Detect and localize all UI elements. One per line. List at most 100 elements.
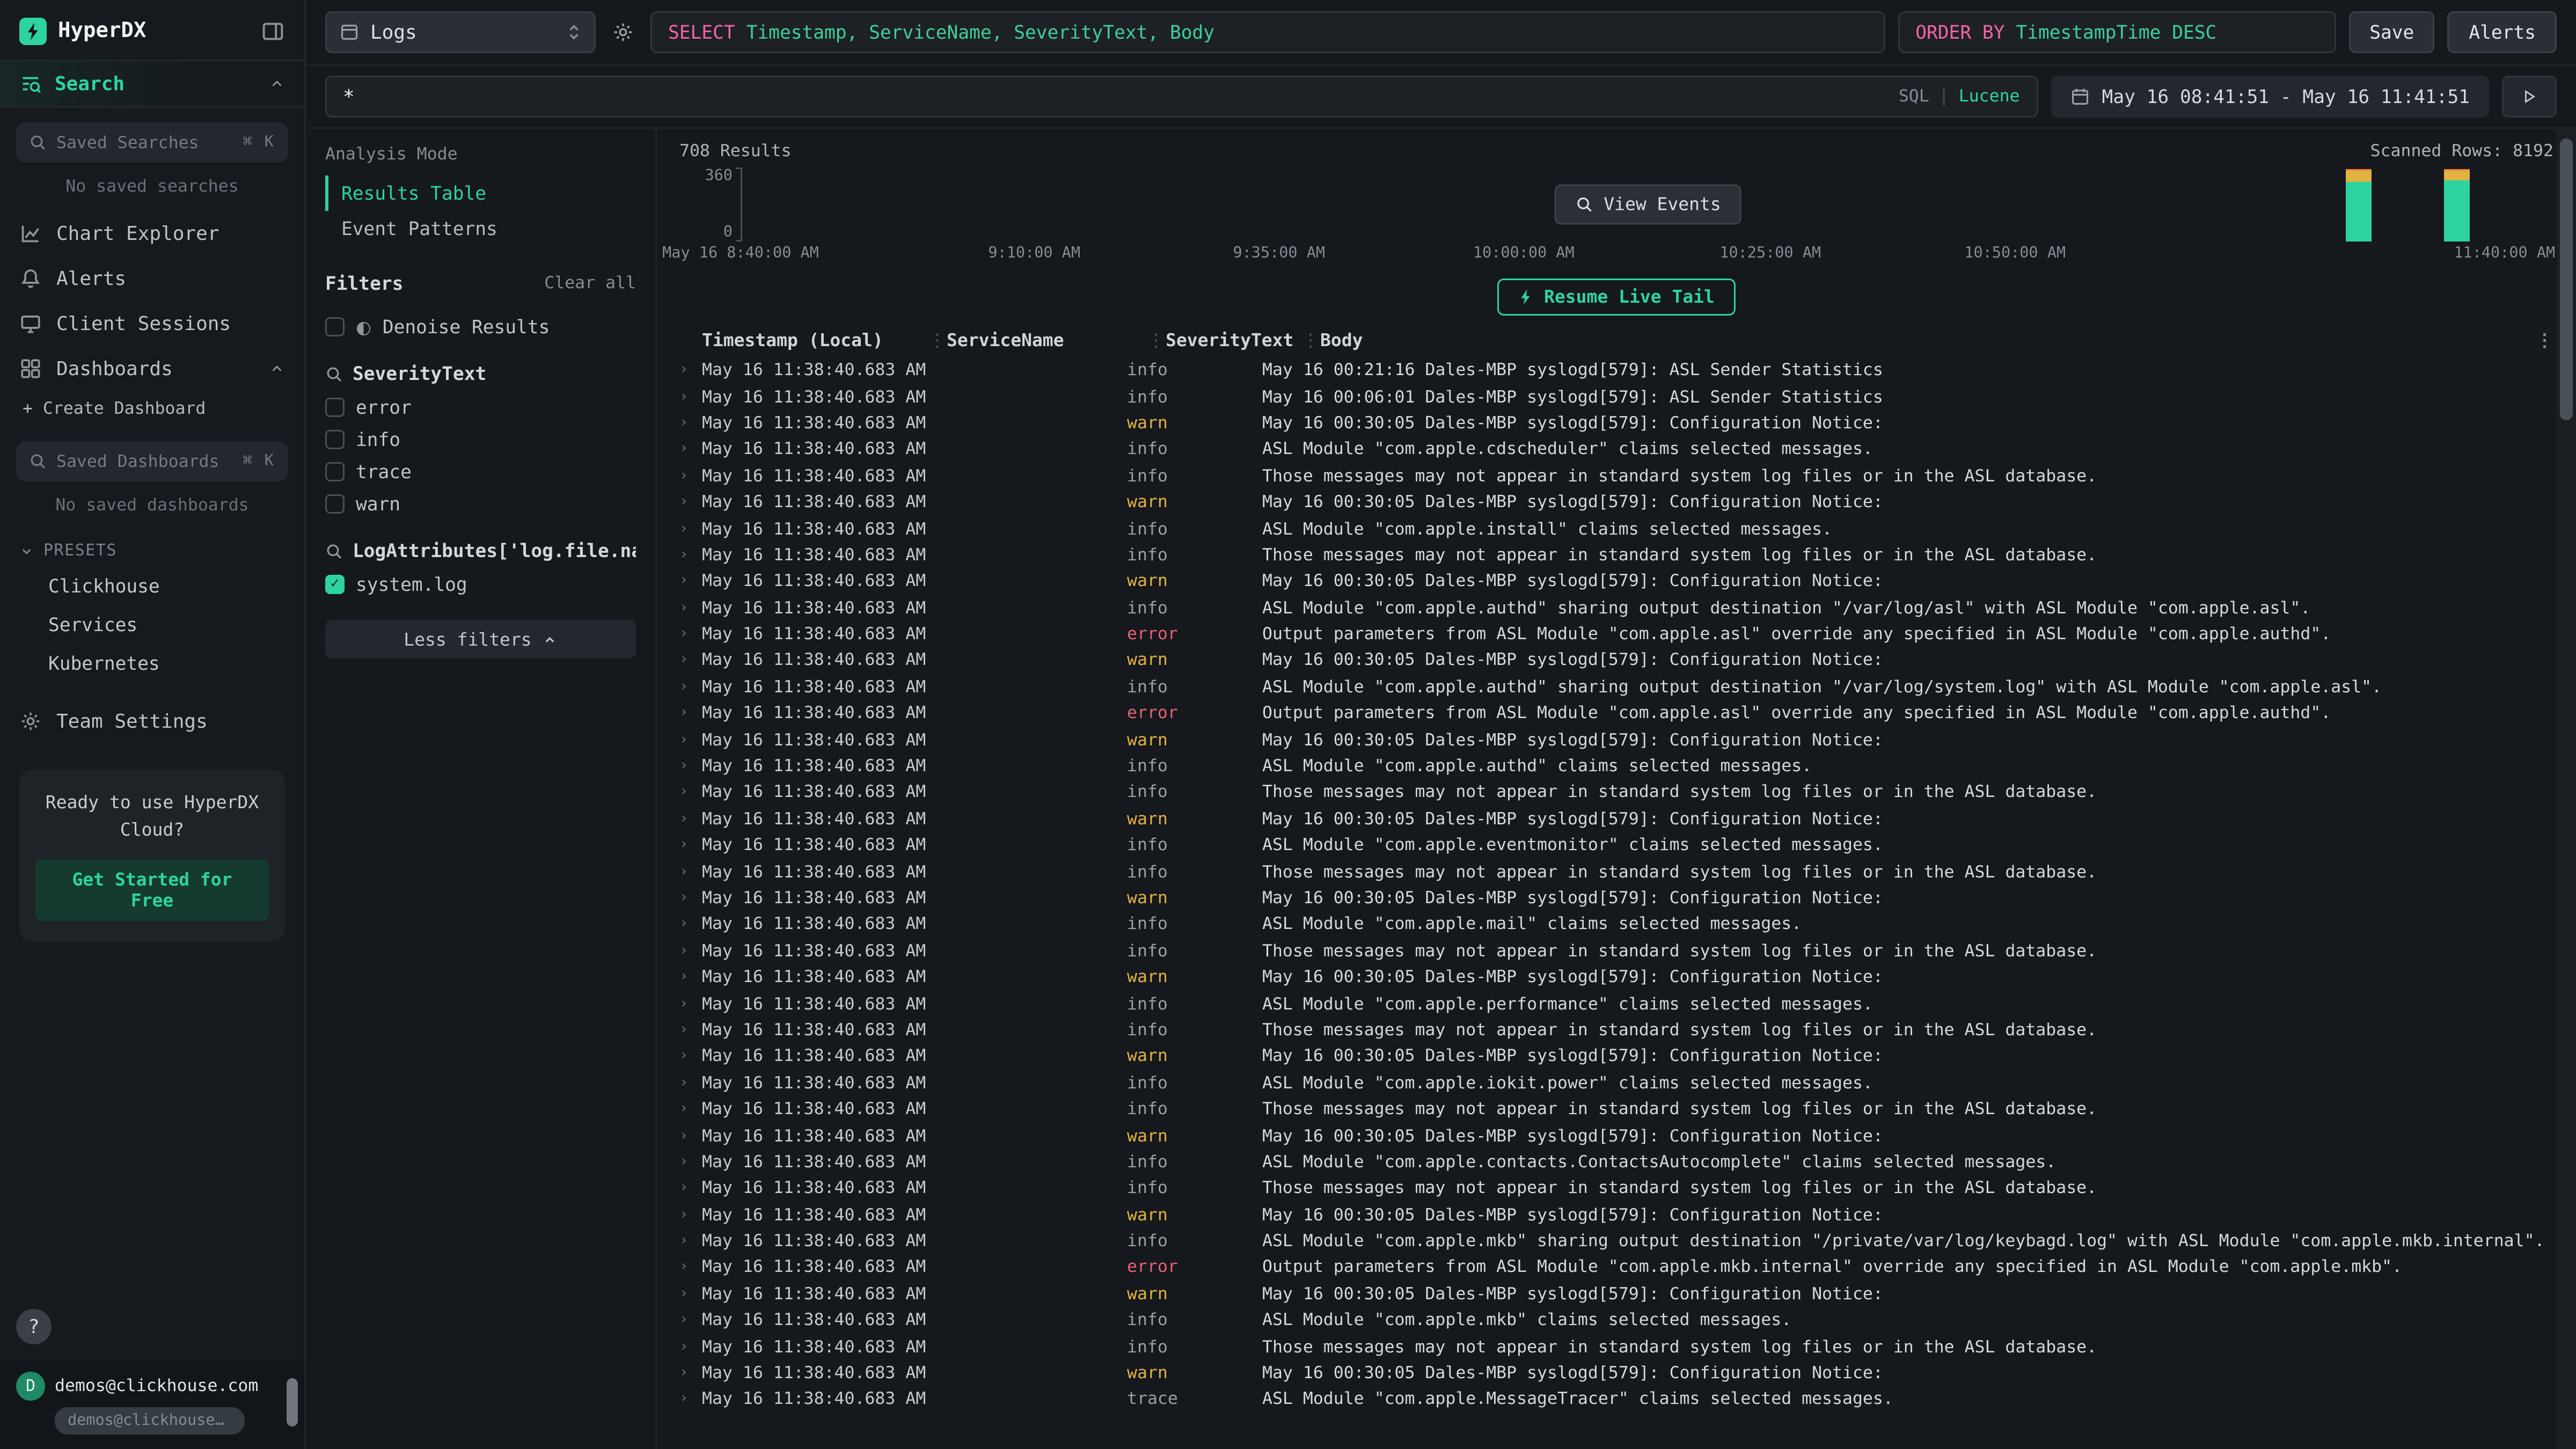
chevron-right-icon[interactable]: › xyxy=(679,1207,702,1223)
date-range-picker[interactable]: May 16 08:41:51 - May 16 11:41:51 xyxy=(2051,76,2489,118)
chevron-right-icon[interactable]: › xyxy=(679,494,702,510)
chevron-right-icon[interactable]: › xyxy=(679,917,702,933)
sidebar-preset-item[interactable]: Services xyxy=(0,605,304,644)
chevron-right-icon[interactable]: › xyxy=(679,521,702,537)
view-events-button[interactable]: View Events xyxy=(1554,185,1742,225)
chevron-right-icon[interactable]: › xyxy=(679,996,702,1012)
sidebar-item-chart-explorer[interactable]: Chart Explorer xyxy=(0,211,304,256)
log-row[interactable]: ›May 16 11:38:40.683 AMinfoThose message… xyxy=(679,938,2553,964)
query-settings-gear-icon[interactable] xyxy=(609,18,638,47)
chevron-right-icon[interactable]: › xyxy=(679,1260,702,1276)
chevron-right-icon[interactable]: › xyxy=(679,1392,702,1408)
results-scrollbar[interactable] xyxy=(2557,129,2576,1449)
chevron-right-icon[interactable]: › xyxy=(679,415,702,431)
chevron-right-icon[interactable]: › xyxy=(679,468,702,484)
chevron-right-icon[interactable]: › xyxy=(679,811,702,827)
chevron-right-icon[interactable]: › xyxy=(679,1313,702,1329)
chevron-right-icon[interactable]: › xyxy=(679,574,702,590)
help-button[interactable]: ? xyxy=(16,1309,52,1344)
log-row[interactable]: ›May 16 11:38:40.683 AMwarnMay 16 00:30:… xyxy=(679,1281,2553,1307)
filter-option-trace[interactable]: trace xyxy=(325,456,636,488)
chevron-right-icon[interactable]: › xyxy=(679,679,702,696)
column-resize-handle[interactable]: ⋮ xyxy=(1146,330,1166,351)
brand[interactable]: HyperDX xyxy=(19,18,146,45)
chevron-right-icon[interactable]: › xyxy=(679,1049,702,1065)
log-row[interactable]: ›May 16 11:38:40.683 AMinfoASL Module "c… xyxy=(679,991,2553,1017)
chevron-right-icon[interactable]: › xyxy=(679,785,702,801)
chevron-right-icon[interactable]: › xyxy=(679,626,702,642)
chevron-right-icon[interactable]: › xyxy=(679,1075,702,1091)
log-row[interactable]: ›May 16 11:38:40.683 AMwarnMay 16 00:30:… xyxy=(679,727,2553,753)
save-button[interactable]: Save xyxy=(2348,11,2435,53)
chevron-right-icon[interactable]: › xyxy=(679,1101,702,1117)
log-row[interactable]: ›May 16 11:38:40.683 AMinfoASL Module "c… xyxy=(679,437,2553,463)
log-row[interactable]: ›May 16 11:38:40.683 AMinfoASL Module "c… xyxy=(679,753,2553,780)
chevron-right-icon[interactable]: › xyxy=(679,1365,702,1381)
chevron-right-icon[interactable]: › xyxy=(679,864,702,880)
search-query-input[interactable]: * SQL | Lucene xyxy=(325,76,2038,118)
log-row[interactable]: ›May 16 11:38:40.683 AMinfoThose message… xyxy=(679,542,2553,568)
chevron-right-icon[interactable]: › xyxy=(679,363,702,379)
chevron-right-icon[interactable]: › xyxy=(679,600,702,616)
lang-sql-option[interactable]: SQL xyxy=(1899,87,1929,106)
sidebar-item-alerts[interactable]: Alerts xyxy=(0,256,304,301)
chevron-right-icon[interactable]: › xyxy=(679,389,702,405)
log-row[interactable]: ›May 16 11:38:40.683 AMwarnMay 16 00:30:… xyxy=(679,1360,2553,1387)
log-row[interactable]: ›May 16 11:38:40.683 AMwarnMay 16 00:30:… xyxy=(679,1202,2553,1228)
log-row[interactable]: ›May 16 11:38:40.683 AMinfoThose message… xyxy=(679,1017,2553,1043)
resume-live-tail-button[interactable]: Resume Live Tail xyxy=(1497,279,1736,316)
chevron-right-icon[interactable]: › xyxy=(679,1339,702,1355)
scrollbar-thumb[interactable] xyxy=(2560,138,2573,420)
analysis-mode-option[interactable]: Results Table xyxy=(325,175,636,211)
log-row[interactable]: ›May 16 11:38:40.683 AMwarnMay 16 00:30:… xyxy=(679,885,2553,911)
sql-select-input[interactable]: SELECT Timestamp, ServiceName, SeverityT… xyxy=(650,11,1885,53)
log-row[interactable]: ›May 16 11:38:40.683 AMwarnMay 16 00:30:… xyxy=(679,964,2553,991)
sidebar-item-search[interactable]: Search xyxy=(0,60,304,108)
log-row[interactable]: ›May 16 11:38:40.683 AMerrorOutput param… xyxy=(679,621,2553,648)
column-header-body[interactable]: Body xyxy=(1320,330,2553,351)
create-dashboard-button[interactable]: + Create Dashboard xyxy=(0,391,304,427)
chevron-right-icon[interactable]: › xyxy=(679,1154,702,1170)
alerts-button[interactable]: Alerts xyxy=(2448,11,2557,53)
column-resize-handle[interactable]: ⋮ xyxy=(1301,330,1320,351)
log-row[interactable]: ›May 16 11:38:40.683 AMtraceASL Module "… xyxy=(679,1387,2553,1413)
run-query-button[interactable] xyxy=(2502,76,2557,118)
sidebar-item-dashboards[interactable]: Dashboards xyxy=(0,346,304,391)
filter-option-warn[interactable]: warn xyxy=(325,488,636,520)
chevron-right-icon[interactable]: › xyxy=(679,706,702,722)
log-row[interactable]: ›May 16 11:38:40.683 AMinfoThose message… xyxy=(679,780,2553,806)
log-row[interactable]: ›May 16 11:38:40.683 AMwarnMay 16 00:30:… xyxy=(679,1123,2553,1149)
column-header-severitytext[interactable]: SeverityText xyxy=(1166,330,1301,351)
chevron-right-icon[interactable]: › xyxy=(679,1286,702,1302)
log-row[interactable]: ›May 16 11:38:40.683 AMinfoMay 16 00:06:… xyxy=(679,384,2553,410)
column-header-servicename[interactable]: ServiceName xyxy=(947,330,1146,351)
log-row[interactable]: ›May 16 11:38:40.683 AMinfoASL Module "c… xyxy=(679,595,2553,621)
sidebar-preset-item[interactable]: Kubernetes xyxy=(0,644,304,683)
get-started-button[interactable]: Get Started for Free xyxy=(35,860,269,921)
chevron-right-icon[interactable]: › xyxy=(679,1022,702,1038)
chevron-right-icon[interactable]: › xyxy=(679,1181,702,1197)
less-filters-button[interactable]: Less filters xyxy=(325,620,636,658)
chevron-right-icon[interactable]: › xyxy=(679,943,702,959)
chevron-right-icon[interactable]: › xyxy=(679,547,702,564)
log-row[interactable]: ›May 16 11:38:40.683 AMinfoThose message… xyxy=(679,463,2553,489)
presets-toggle[interactable]: PRESETS xyxy=(0,530,304,567)
chevron-right-icon[interactable]: › xyxy=(679,970,702,986)
log-row[interactable]: ›May 16 11:38:40.683 AMinfoASL Module "c… xyxy=(679,912,2553,938)
log-row[interactable]: ›May 16 11:38:40.683 AMinfoThose message… xyxy=(679,1175,2553,1202)
log-row[interactable]: ›May 16 11:38:40.683 AMinfoASL Module "c… xyxy=(679,516,2553,542)
collapse-sidebar-icon[interactable] xyxy=(261,19,285,43)
filter-option-info[interactable]: info xyxy=(325,423,636,456)
denoise-results-checkbox[interactable]: ◐ Denoise Results xyxy=(325,311,636,343)
filter-option-system.log[interactable]: ✓system.log xyxy=(325,568,636,601)
sql-orderby-input[interactable]: ORDER BY TimestampTime DESC xyxy=(1898,11,2336,53)
sidebar-item-client-sessions[interactable]: Client Sessions xyxy=(0,301,304,346)
log-row[interactable]: ›May 16 11:38:40.683 AMinfoASL Module "c… xyxy=(679,1070,2553,1096)
column-resize-handle[interactable]: ⋮ xyxy=(927,330,947,351)
saved-dashboards-input[interactable]: Saved Dashboards ⌘ K xyxy=(16,441,288,481)
sidebar-scrollbar-thumb[interactable] xyxy=(287,1378,298,1426)
lang-lucene-option[interactable]: Lucene xyxy=(1959,87,2020,106)
log-row[interactable]: ›May 16 11:38:40.683 AMinfoThose message… xyxy=(679,1334,2553,1360)
histogram-bar[interactable] xyxy=(2345,169,2371,241)
log-row[interactable]: ›May 16 11:38:40.683 AMinfoASL Module "c… xyxy=(679,1307,2553,1334)
